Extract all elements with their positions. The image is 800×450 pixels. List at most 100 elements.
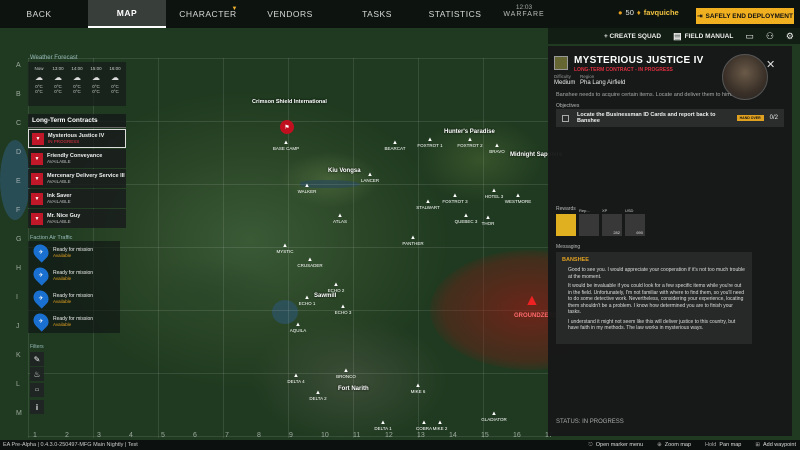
- town-label: Sawmill: [314, 293, 337, 299]
- map-marker[interactable]: ▲ BASE CAMP: [273, 140, 299, 151]
- tab-back[interactable]: BACK: [0, 0, 78, 28]
- objective-checkbox[interactable]: [562, 114, 569, 122]
- map-marker[interactable]: ▲ WALKER: [298, 183, 317, 194]
- grid-letter: J: [16, 323, 20, 330]
- map-marker[interactable]: ▲ FOXTROT 3: [442, 193, 467, 204]
- grid-letter: H: [16, 265, 22, 272]
- marker-label: FOXTROT 3: [442, 199, 468, 204]
- contract-status: AVAILABLE: [47, 219, 71, 224]
- map-marker[interactable]: ▲ QUEBEC 3: [455, 213, 478, 224]
- map-marker[interactable]: ▲ DELTA 4: [287, 373, 304, 384]
- base-camp-icon[interactable]: ⚑: [280, 120, 294, 134]
- contract-item[interactable]: ▼ Mr. Nice Guy AVAILABLE: [28, 209, 126, 228]
- map-marker[interactable]: ▲ PANTHER: [402, 235, 423, 246]
- map-marker[interactable]: ▲ BRONCO: [336, 368, 356, 379]
- reward-item[interactable]: [556, 214, 576, 236]
- create-squad-button[interactable]: + CREATE SQUAD: [604, 33, 661, 40]
- weather-temp-2: 0°C: [73, 89, 81, 94]
- marker-label: BRAVO: [489, 149, 505, 154]
- air-traffic-item[interactable]: ✈ Ready for mission Available: [28, 241, 120, 263]
- weather-column: 15:00 ☁ 0°C 0°C: [87, 66, 105, 94]
- map-marker[interactable]: ▲ THOR: [482, 215, 495, 226]
- grid-number: 13: [417, 432, 425, 439]
- exit-icon: ⇥: [697, 13, 703, 20]
- map-marker[interactable]: ▲ COBRA: [416, 420, 432, 431]
- end-deployment-label: SAFELY END DEPLOYMENT: [705, 12, 793, 20]
- marker-label: LANCER: [360, 178, 380, 183]
- info-icon[interactable]: i: [30, 400, 44, 414]
- weather-column: 13:00 ☁ 0°C 0°C: [49, 66, 67, 94]
- marker-label: MIKE 6: [410, 389, 426, 394]
- map-marker[interactable]: ▲ GLADIATOR: [481, 411, 507, 422]
- objective-row[interactable]: Locate the Businessman ID Cards and repo…: [556, 109, 784, 127]
- contract-item[interactable]: ▼ Friendly Conveyance AVAILABLE: [28, 149, 126, 168]
- air-traffic-item[interactable]: ✈ Ready for mission Available: [28, 310, 120, 332]
- field-manual-label: FIELD MANUAL: [684, 32, 734, 40]
- card-icon[interactable]: ▭: [30, 383, 44, 397]
- tab-statistics[interactable]: STATISTICS: [424, 0, 486, 28]
- tab-map[interactable]: MAP: [88, 0, 166, 28]
- map-marker[interactable]: ▲ FOXTROT 2: [457, 137, 482, 148]
- map-marker[interactable]: ▲ LANCER: [361, 172, 379, 183]
- map-marker[interactable]: ▲ MYSTIC: [276, 243, 293, 254]
- map-marker[interactable]: ▲ DELTA 2: [309, 390, 326, 401]
- map-marker[interactable]: ▲ MIKE 6: [411, 383, 426, 394]
- map-marker[interactable]: ▲ MIKE 2: [433, 420, 448, 431]
- end-deployment-button[interactable]: ⇥ SAFELY END DEPLOYMENT: [696, 8, 794, 24]
- map-marker[interactable]: ▲ ATLAS: [333, 213, 347, 224]
- group-icon[interactable]: ⚇: [766, 31, 774, 42]
- rewards-label: Rewards: [556, 206, 576, 212]
- map-marker[interactable]: ▲ ECHO 1: [299, 295, 316, 306]
- map-marker[interactable]: ▲ ECHO 2: [328, 282, 345, 293]
- contract-item[interactable]: ▼ Mysterious Justice IV IN PROGRESS: [28, 129, 126, 148]
- hint-label: Zoom map: [664, 442, 692, 448]
- contracts-header: Long-Term Contracts: [28, 114, 126, 128]
- air-traffic-item[interactable]: ✈ Ready for mission Available: [28, 264, 120, 286]
- contract-item[interactable]: ▼ Mercenary Delivery Service III AVAILABL…: [28, 169, 126, 188]
- map-marker[interactable]: ▲ CRUSADER: [297, 257, 322, 268]
- air-traffic-item[interactable]: ✈ Ready for mission Available: [28, 287, 120, 309]
- chat-icon[interactable]: ▭: [745, 31, 754, 42]
- map-marker[interactable]: ▲ AQUILA: [290, 322, 307, 333]
- marker-label: DELTA 2: [309, 396, 327, 401]
- tab-character[interactable]: CHARACTER ▼: [166, 0, 250, 28]
- map-marker[interactable]: ▲ ECHO 3: [335, 304, 352, 315]
- map-marker[interactable]: ▲ BRAVO: [489, 143, 504, 154]
- hint-label: Pan map: [719, 442, 742, 448]
- map-marker[interactable]: ▲ WESTMORE: [505, 193, 532, 204]
- close-icon[interactable]: ✕: [766, 58, 775, 71]
- grid-number: 11: [353, 432, 361, 439]
- tab-vendors[interactable]: VENDORS: [250, 0, 330, 28]
- weather-column: 14:00 ☁ 0°C 0°C: [68, 66, 86, 94]
- bell-icon[interactable]: ♨: [30, 367, 44, 381]
- tab-tasks[interactable]: TASKS: [330, 0, 424, 28]
- panel-subtitle: LONG-TERM CONTRACT - IN PROGRESS: [574, 67, 673, 73]
- panel-title: MYSTERIOUS JUSTICE IV: [574, 55, 704, 66]
- air-status: Available: [53, 252, 72, 258]
- key-hint: ⊞ Add waypoint: [755, 442, 796, 448]
- weather-time: 15:00: [90, 66, 102, 71]
- settings-icon[interactable]: ⚙: [786, 31, 794, 42]
- map-marker[interactable]: ▲ DELTA 1: [374, 420, 391, 431]
- reward-item[interactable]: XP 282: [602, 208, 622, 236]
- username: favquiche: [643, 8, 679, 17]
- grid-number: 10: [321, 432, 329, 439]
- map-marker[interactable]: ▲ STALWART: [416, 199, 440, 210]
- warning-icon[interactable]: ▲: [524, 292, 540, 310]
- contract-status: IN PROGRESS: [48, 139, 80, 144]
- warfare-time: 12:03: [515, 4, 533, 11]
- rewards-list: Rep... XP 282 USD 690: [556, 208, 645, 236]
- map-marker[interactable]: ▲ BEARCAT: [385, 140, 406, 151]
- helicopter-icon: ✈: [30, 310, 52, 332]
- map-marker[interactable]: ▲ HOTEL 3: [485, 188, 504, 199]
- panel-description: Banshee needs to acquire certain items. …: [556, 92, 733, 98]
- air-status: Available: [53, 275, 72, 281]
- reward-item[interactable]: USD 690: [625, 208, 645, 236]
- field-manual-button[interactable]: ▤ FIELD MANUAL: [673, 31, 733, 42]
- reward-item[interactable]: Rep...: [579, 208, 599, 236]
- contract-item[interactable]: ▼ Ink Saver AVAILABLE: [28, 189, 126, 208]
- pencil-icon[interactable]: ✎: [30, 352, 44, 366]
- grid-number: 3: [97, 432, 101, 439]
- contract-status: AVAILABLE: [47, 159, 71, 164]
- map-marker[interactable]: ▲ FOXTROT 1: [417, 137, 442, 148]
